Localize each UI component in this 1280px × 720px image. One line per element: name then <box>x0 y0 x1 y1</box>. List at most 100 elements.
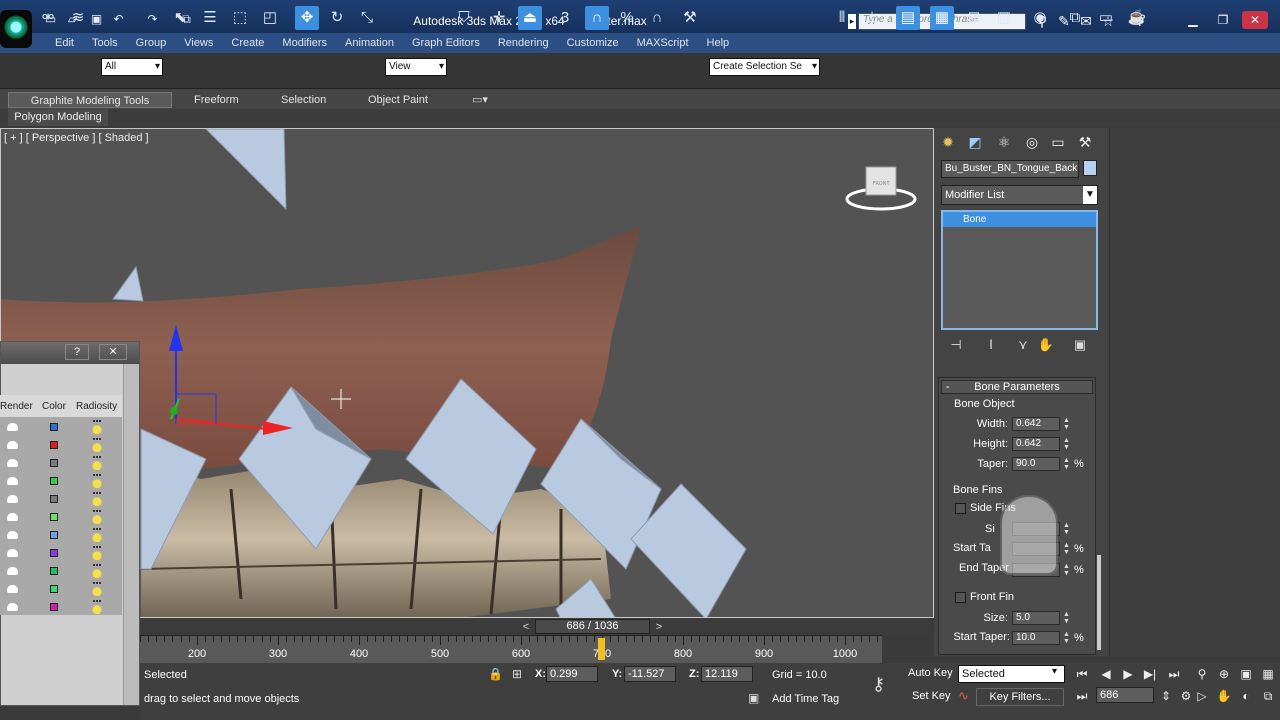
spinner-arrows-icon[interactable]: ▲ ▼ <box>1062 437 1071 451</box>
radiosity-bulb-icon[interactable] <box>90 600 104 614</box>
utilities-tab-icon[interactable]: ⚒ <box>1075 132 1095 152</box>
radiosity-bulb-icon[interactable] <box>90 438 104 452</box>
pivot-center-icon[interactable]: ⛉ <box>452 6 476 30</box>
select-and-move-icon[interactable]: ✥ <box>295 6 319 30</box>
front-fin-checkbox[interactable] <box>955 592 966 603</box>
zoom-all-icon[interactable]: ⊕ <box>1216 666 1232 682</box>
teapot-render-icon[interactable] <box>7 585 18 593</box>
floater-help-button[interactable]: ? <box>65 344 89 360</box>
select-by-name-icon[interactable]: ☰ <box>198 6 222 30</box>
time-slider-prev-button[interactable]: < <box>517 620 535 634</box>
app-logo-icon[interactable] <box>0 10 32 48</box>
close-button[interactable]: ✕ <box>1242 11 1268 29</box>
time-tag-icon[interactable]: ▣ <box>748 691 759 705</box>
radiosity-bulb-icon[interactable] <box>90 510 104 524</box>
zoom-icon[interactable]: ⚲ <box>1194 666 1210 682</box>
perspective-viewport[interactable]: FRONT [ + ] [ Perspective ] [ Shaded ] <box>0 128 934 618</box>
teapot-render-icon[interactable] <box>7 441 18 449</box>
render-setup-icon[interactable]: ⧉ <box>1063 6 1087 30</box>
window-crossing-icon[interactable]: ◰ <box>258 6 282 30</box>
create-tab-icon[interactable]: ✹ <box>938 132 958 152</box>
menu-graph-editors[interactable]: Graph Editors <box>403 37 489 49</box>
key-mode-toggle-icon[interactable]: ⏭ <box>1074 688 1090 704</box>
snaps-toggle-icon[interactable]: 3 <box>553 6 577 30</box>
object-name-field[interactable]: Bu_Buster_BN_Tongue_Back <box>941 160 1079 178</box>
orbit-icon[interactable]: ◐ <box>1238 688 1254 704</box>
pan-view-icon[interactable]: ✋ <box>1216 688 1232 704</box>
spinner-arrows-icon[interactable]: ⇕ <box>1158 688 1174 704</box>
list-item[interactable] <box>0 455 122 473</box>
color-swatch[interactable] <box>50 423 58 431</box>
hierarchy-tab-icon[interactable]: ⚛ <box>994 132 1014 152</box>
spinner-snap-icon[interactable]: ∩ <box>645 6 669 30</box>
minimize-button[interactable]: ▁ <box>1180 11 1206 29</box>
select-manipulate-icon[interactable]: ✛ <box>487 6 511 30</box>
radiosity-bulb-icon[interactable] <box>90 420 104 434</box>
time-slider-frame[interactable]: 686 / 1036 <box>535 619 650 634</box>
teapot-render-icon[interactable] <box>7 549 18 557</box>
menu-rendering[interactable]: Rendering <box>489 37 558 49</box>
list-item[interactable] <box>0 491 122 509</box>
color-swatch[interactable] <box>50 513 58 521</box>
bone-parameters-header[interactable]: - Bone Parameters <box>941 380 1093 394</box>
teapot-render-icon[interactable] <box>7 603 18 611</box>
color-swatch[interactable] <box>50 495 58 503</box>
color-swatch[interactable] <box>50 477 58 485</box>
play-icon[interactable]: ▶ <box>1120 666 1136 682</box>
selection-filter-dropdown[interactable]: All <box>101 58 163 76</box>
teapot-render-icon[interactable] <box>7 423 18 431</box>
percent-snap-icon[interactable]: % <box>615 6 639 30</box>
teapot-render-icon[interactable] <box>7 531 18 539</box>
side-fins-checkbox[interactable] <box>955 503 966 514</box>
modify-tab-icon[interactable]: ◩ <box>965 132 985 152</box>
menu-help[interactable]: Help <box>698 37 739 49</box>
spinner-arrows-icon[interactable]: ▲ ▼ <box>1062 563 1071 577</box>
key-filters-button[interactable]: Key Filters... <box>976 688 1064 706</box>
add-time-tag[interactable]: Add Time Tag <box>772 693 839 705</box>
key-mode-dropdown[interactable]: Selected <box>958 665 1065 683</box>
graphite-toggle-icon[interactable]: ▦ <box>930 6 954 30</box>
set-key-icon[interactable]: ⚷ <box>872 674 885 695</box>
list-item[interactable] <box>0 527 122 545</box>
render-production-icon[interactable]: ☕ <box>1125 6 1149 30</box>
color-swatch[interactable] <box>50 531 58 539</box>
key-mode-curve-icon[interactable]: ∿ <box>958 688 969 704</box>
list-item[interactable] <box>0 599 122 617</box>
go-to-end-icon[interactable]: ⏭ <box>1166 666 1182 682</box>
radiosity-bulb-icon[interactable] <box>90 564 104 578</box>
column-radiosity[interactable]: Radiosity <box>76 401 117 412</box>
floater-close-button[interactable]: ✕ <box>99 344 127 360</box>
list-item[interactable] <box>0 473 122 491</box>
restore-button[interactable]: ❐ <box>1210 11 1236 29</box>
rendered-frame-window-icon[interactable]: ▭ <box>1094 6 1118 30</box>
edit-named-selection-icon[interactable]: ⚒ <box>678 6 702 30</box>
teapot-render-icon[interactable] <box>7 459 18 467</box>
auto-key-button[interactable]: Auto Key <box>908 667 954 679</box>
color-swatch[interactable] <box>50 585 58 593</box>
mirror-icon[interactable]: ⫴ <box>830 6 854 30</box>
schematic-view-icon[interactable]: ▥ <box>992 6 1016 30</box>
menu-maxscript[interactable]: MAXScript <box>628 37 698 49</box>
spinner-arrows-icon[interactable]: ▲ ▼ <box>1062 417 1071 431</box>
list-item[interactable] <box>0 509 122 527</box>
teapot-render-icon[interactable] <box>7 495 18 503</box>
current-frame-marker[interactable] <box>598 638 605 660</box>
polygon-modeling-panel[interactable]: Polygon Modeling <box>8 109 108 126</box>
select-object-icon[interactable]: ⬉ <box>168 6 192 30</box>
material-editor-icon[interactable]: ◉ <box>1028 6 1052 30</box>
named-selection-dropdown[interactable]: Create Selection Se <box>709 58 820 76</box>
save-icon[interactable]: ▣ <box>88 12 105 27</box>
chevron-down-icon[interactable]: ▼ <box>1083 186 1097 204</box>
spinner-arrows-icon[interactable]: ▲ ▼ <box>1062 631 1071 645</box>
remove-modifier-icon[interactable]: ✋ <box>1037 337 1055 353</box>
ribbon-options-icon[interactable]: ▭▾ <box>472 92 488 108</box>
align-icon[interactable]: ⊥ <box>860 6 884 30</box>
color-swatch[interactable] <box>50 549 58 557</box>
radiosity-bulb-icon[interactable] <box>90 582 104 596</box>
list-item[interactable] <box>0 563 122 581</box>
set-key-button[interactable]: Set Key <box>912 690 951 702</box>
layer-manager-icon[interactable]: ▤ <box>896 6 920 30</box>
list-item[interactable] <box>0 419 122 437</box>
viewport-label[interactable]: [ + ] [ Perspective ] [ Shaded ] <box>4 132 149 144</box>
redo-icon[interactable]: ↷ <box>144 12 161 27</box>
